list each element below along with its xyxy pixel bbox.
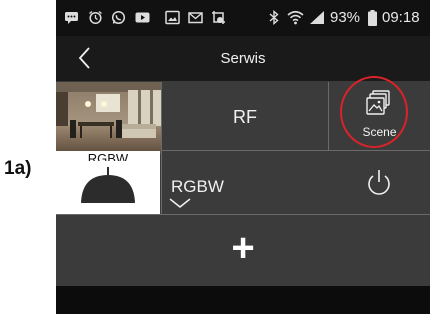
battery-icon [368,10,377,26]
alarm-icon [89,10,102,25]
mail-icon [188,12,203,24]
divider [328,82,329,150]
app-header: Serwis [56,36,430,81]
room-thumbnail[interactable] [56,82,161,154]
whatsapp-icon [111,10,126,25]
divider [56,214,430,215]
expand-button[interactable] [168,196,192,210]
battery-percent: 93% [330,9,361,26]
screenshot-icon [212,11,225,24]
power-icon [368,170,390,195]
rf-label: RF [233,107,257,127]
page-title: Serwis [220,50,266,67]
gallery-icon [165,10,180,25]
device-name: RGBW [171,177,224,196]
highlight-circle [340,76,408,148]
wifi-icon [287,10,304,25]
chevron-down-icon [169,198,191,208]
device-icon-tile[interactable]: RGBW [56,151,160,214]
clock: 09:18 [382,9,420,26]
room-photo [56,82,161,154]
add-button-label: + [231,226,255,270]
status-bar: 93% 09:18 [56,0,430,36]
add-button[interactable]: + [56,216,430,286]
lamp-icon [78,161,138,203]
bottom-bar [56,286,430,314]
phone-screen: 93% 09:18 Serwis RF Scene RGBW RGBW + [56,0,430,314]
signal-icon [310,11,324,24]
bluetooth-icon [269,10,279,25]
annotation-label: 1a) [4,158,32,179]
video-icon [135,12,150,23]
message-icon [65,12,78,24]
power-button[interactable] [364,168,394,200]
